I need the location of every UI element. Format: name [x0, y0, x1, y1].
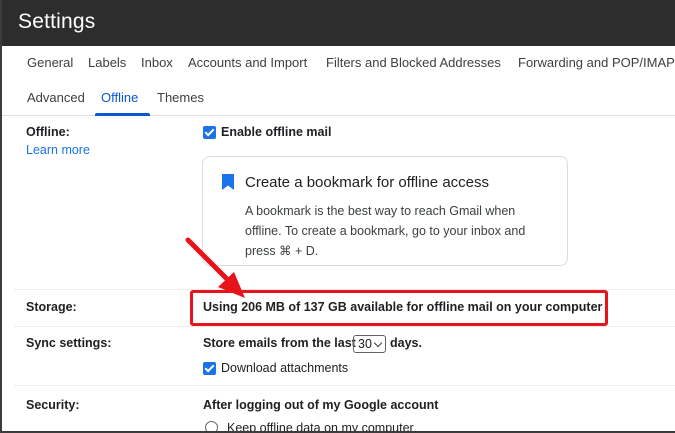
download-attachments-checkbox[interactable]: [203, 362, 216, 375]
page-title: Settings: [18, 10, 96, 33]
tab-forwarding-and-pop-imap[interactable]: Forwarding and POP/IMAP: [518, 55, 675, 70]
security-label: Security:: [26, 398, 80, 412]
storage-label: Storage:: [26, 300, 77, 314]
tabs-row-secondary: Advanced Offline Themes: [2, 80, 675, 116]
keep-offline-data-radio[interactable]: [205, 421, 218, 431]
tab-filters-and-blocked-addresses[interactable]: Filters and Blocked Addresses: [326, 55, 501, 70]
sync-days-select[interactable]: 30: [353, 335, 386, 353]
learn-more-link[interactable]: Learn more: [26, 143, 90, 157]
bookmark-icon: [222, 174, 234, 190]
chevron-down-icon: [373, 338, 383, 348]
bookmark-card-title: Create a bookmark for offline access: [245, 174, 490, 191]
highlight-box: [190, 290, 608, 326]
sync-days-value: 30: [358, 337, 372, 351]
enable-offline-checkbox[interactable]: [203, 126, 216, 139]
bookmark-card-line: A bookmark is the best way to reach Gmai…: [245, 204, 516, 218]
bookmark-card-line: offline. To create a bookmark, go to you…: [245, 224, 526, 238]
tab-accounts-and-import[interactable]: Accounts and Import: [188, 55, 307, 70]
bookmark-info-card: Create a bookmark for offline access A b…: [202, 156, 568, 266]
download-attachments-label: Download attachments: [221, 361, 349, 375]
bookmark-card-body: A bookmark is the best way to reach Gmai…: [245, 201, 555, 261]
active-tab-indicator: [95, 113, 150, 116]
tab-labels[interactable]: Labels: [88, 55, 126, 70]
bookmark-card-line: press ⌘ + D.: [245, 244, 319, 258]
tab-general[interactable]: General: [27, 55, 73, 70]
keep-offline-data-label: Keep offline data on my computer: [227, 421, 414, 433]
enable-offline-label: Enable offline mail: [221, 125, 332, 139]
tab-offline[interactable]: Offline: [101, 90, 138, 105]
row-divider: [14, 385, 675, 386]
tab-advanced[interactable]: Advanced: [27, 90, 85, 105]
tab-inbox[interactable]: Inbox: [141, 55, 173, 70]
tabs-row-primary: General Labels Inbox Accounts and Import…: [2, 46, 675, 80]
sync-prefix-text: Store emails from the last: [203, 336, 356, 350]
sync-suffix-text: days.: [390, 336, 422, 350]
title-bar: Settings: [2, 0, 675, 46]
tab-themes[interactable]: Themes: [157, 90, 204, 105]
offline-label: Offline:: [26, 125, 70, 139]
security-heading: After logging out of my Google account: [203, 398, 439, 412]
settings-window: Settings General Labels Inbox Accounts a…: [0, 0, 675, 433]
row-divider: [14, 326, 675, 327]
sync-settings-label: Sync settings:: [26, 336, 112, 350]
